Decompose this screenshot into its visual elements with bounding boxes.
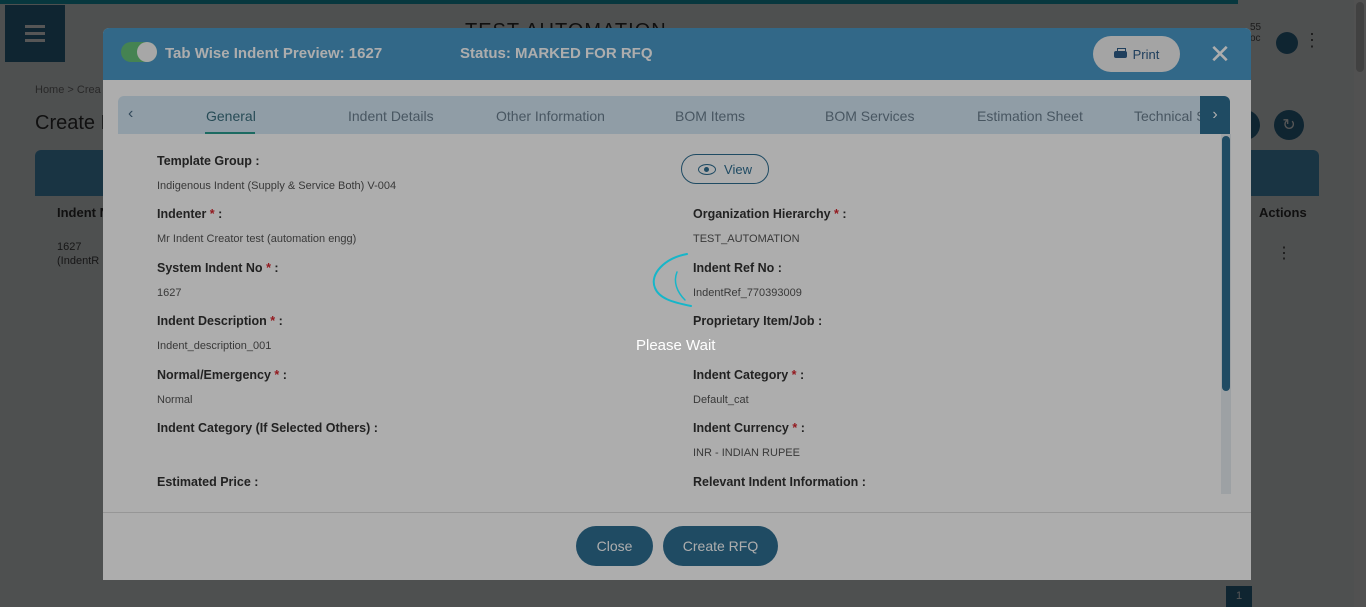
loading-message: Please Wait [636, 337, 716, 354]
spinner-icon [652, 253, 692, 307]
